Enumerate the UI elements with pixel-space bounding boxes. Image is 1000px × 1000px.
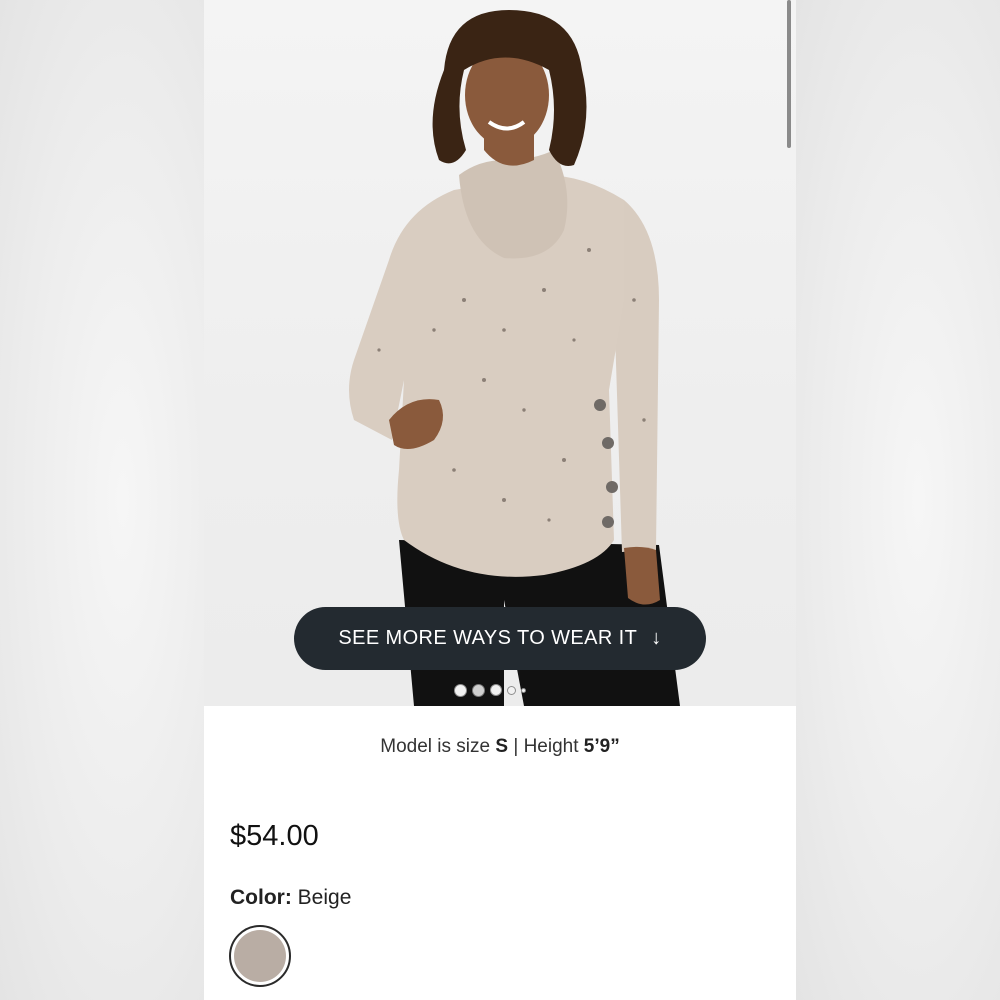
product-page: SEE MORE WAYS TO WEAR IT ↓ Model is size…	[204, 0, 796, 1000]
carousel-dot[interactable]	[521, 687, 526, 693]
model-illustration	[349, 10, 680, 706]
blurred-background-left	[0, 0, 204, 1000]
model-height-value: 5’9”	[583, 736, 620, 757]
color-label: Color:	[230, 886, 292, 909]
model-height-prefix: | Height	[508, 736, 584, 757]
see-more-ways-label: SEE MORE WAYS TO WEAR IT	[338, 627, 638, 649]
product-price: $54.00	[230, 820, 319, 852]
arrow-down-icon: ↓	[651, 627, 662, 649]
carousel-dot-active[interactable]	[472, 683, 485, 697]
carousel-pagination[interactable]	[454, 683, 546, 697]
see-more-ways-button[interactable]: SEE MORE WAYS TO WEAR IT ↓	[294, 607, 706, 670]
model-size-prefix: Model is size	[380, 736, 496, 757]
model-size-info: Model is size S | Height 5’9”	[204, 736, 796, 758]
product-photo[interactable]	[204, 0, 796, 706]
model-size-value: S	[495, 736, 509, 757]
carousel-dot[interactable]	[490, 684, 502, 696]
swatch-fill	[234, 930, 286, 982]
color-value: Beige	[297, 886, 352, 909]
color-selection-label: Color: Beige	[230, 886, 351, 910]
carousel-dot[interactable]	[454, 683, 467, 697]
color-swatch-beige[interactable]	[229, 925, 291, 987]
scrollbar[interactable]	[787, 0, 791, 148]
carousel-dot[interactable]	[507, 685, 516, 695]
blurred-background-right	[796, 0, 1000, 1000]
